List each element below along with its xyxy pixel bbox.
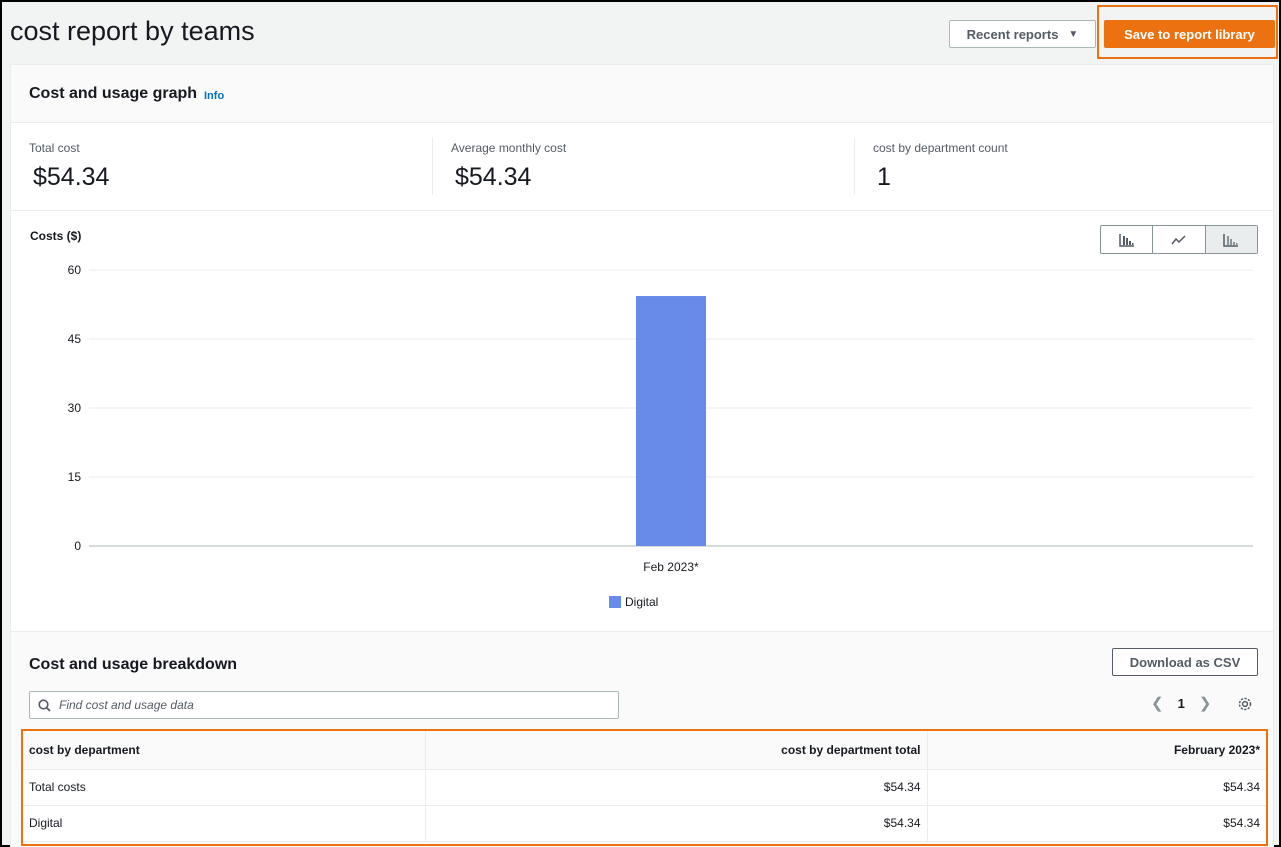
table-cell: $54.34: [424, 769, 927, 806]
chart-type-toggle: [1100, 225, 1258, 254]
y-tick-label: 0: [74, 539, 81, 553]
stacked-bar-chart-icon[interactable]: [1205, 226, 1257, 253]
table-row: Digital $54.34 $54.34: [23, 805, 1266, 842]
chart-legend: Digital: [609, 595, 658, 609]
recent-reports-dropdown[interactable]: Recent reports ▼: [949, 20, 1096, 48]
stat-label: Average monthly cost: [451, 141, 567, 155]
legend-label-digital[interactable]: Digital: [625, 595, 658, 609]
divider: [432, 137, 433, 195]
chevron-right-icon[interactable]: ❯: [1199, 694, 1212, 712]
stat-label: cost by department count: [873, 141, 1008, 155]
page-title: cost report by teams: [10, 16, 255, 46]
stat-value: 1: [877, 163, 891, 191]
divider: [854, 137, 855, 195]
column-header-department[interactable]: cost by department: [23, 731, 425, 770]
stat-value: $54.34: [33, 163, 110, 191]
table-cell: $54.34: [424, 805, 927, 842]
recent-reports-label: Recent reports: [966, 26, 1059, 42]
y-tick-label: 60: [68, 263, 82, 277]
cost-summary: Total cost $54.34 Average monthly cost $…: [11, 123, 1273, 211]
breakdown-table: cost by department cost by department to…: [23, 731, 1266, 842]
search-field[interactable]: [29, 691, 619, 719]
download-csv-button[interactable]: Download as CSV: [1112, 648, 1258, 676]
search-input[interactable]: [59, 698, 599, 712]
chart-y-axis-label: Costs ($): [30, 229, 82, 243]
stat-value: $54.34: [455, 163, 532, 191]
line-chart-icon[interactable]: [1153, 226, 1206, 253]
x-tick-label: Feb 2023*: [643, 560, 699, 574]
table-header-row: cost by department cost by department to…: [23, 731, 1266, 770]
breakdown-title: Cost and usage breakdown: [29, 656, 238, 673]
y-tick-label: 45: [68, 332, 82, 346]
info-link[interactable]: Info: [204, 90, 224, 102]
table-cell: $54.34: [926, 769, 1266, 806]
table-cell: Total costs: [23, 769, 425, 806]
caret-down-icon: ▼: [1068, 28, 1079, 40]
report-panel: Cost and usage graph Info Total cost $54…: [10, 64, 1274, 847]
legend-swatch-digital: [609, 596, 621, 608]
save-to-report-library-button[interactable]: Save to report library: [1104, 20, 1275, 48]
gear-icon[interactable]: [1237, 696, 1253, 712]
graph-panel-title: Cost and usage graph: [29, 85, 198, 102]
table-cell: $54.34: [926, 805, 1266, 842]
page-number[interactable]: 1: [1178, 696, 1185, 711]
bar-digital[interactable]: [636, 296, 706, 546]
column-header-department-total[interactable]: cost by department total: [424, 731, 927, 770]
y-tick-label: 30: [68, 401, 82, 415]
table-cell: Digital: [23, 805, 425, 842]
table-row: Total costs $54.34 $54.34: [23, 769, 1266, 806]
search-icon: [38, 698, 51, 712]
bar-chart-icon[interactable]: [1101, 226, 1154, 253]
y-tick-label: 15: [68, 470, 82, 484]
chevron-left-icon[interactable]: ❮: [1151, 694, 1164, 712]
cost-bar-chart: 0 15 30 45 60 Feb 2023*: [68, 263, 1253, 574]
graph-panel-header: Cost and usage graph Info: [11, 65, 1273, 123]
pagination: ❮ 1 ❯: [1151, 694, 1211, 712]
column-header-february[interactable]: February 2023*: [926, 731, 1266, 770]
stat-label: Total cost: [29, 141, 80, 155]
